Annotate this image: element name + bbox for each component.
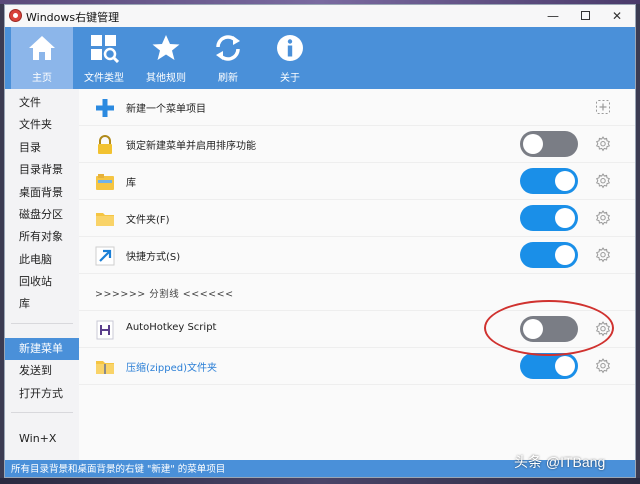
sidebar-item-winx[interactable]: Win+X [5, 428, 79, 450]
list-item-shortcut: 快捷方式(S) [79, 237, 635, 274]
sidebar-item-drive[interactable]: 磁盘分区 [5, 204, 79, 226]
gear-icon[interactable] [595, 321, 611, 337]
watermark: 头条 @ITBang [514, 454, 606, 470]
app-window: Windows右键管理 — ✕ 主页 文件类型 其他规则 刷新 关于 文件 文件… [4, 4, 636, 478]
list-item-label: 库 [126, 178, 136, 189]
folder-icon [96, 213, 114, 226]
add-item-icon[interactable] [595, 99, 611, 115]
sidebar-item-all-objects[interactable]: 所有对象 [5, 226, 79, 248]
autohotkey-icon [96, 320, 114, 340]
sidebar-item-file[interactable]: 文件 [5, 92, 79, 114]
list-item-label: 锁定新建菜单并启用排序功能 [126, 141, 256, 152]
content-list: 新建一个菜单项目 锁定新建菜单并启用排序功能 库 文件夹(F) 快捷方式(S) … [79, 89, 635, 460]
sidebar-item-folder[interactable]: 文件夹 [5, 114, 79, 136]
sidebar-item-library[interactable]: 库 [5, 293, 79, 315]
lock-icon [98, 135, 112, 154]
toolbar-about-button[interactable]: 关于 [259, 27, 321, 89]
list-item-lock-menu: 锁定新建菜单并启用排序功能 [79, 126, 635, 163]
maximize-button[interactable] [568, 5, 602, 27]
shortcut-toggle[interactable] [520, 242, 578, 268]
toolbar-refresh-button[interactable]: 刷新 [197, 27, 259, 89]
sidebar-divider [11, 323, 73, 324]
library-icon [96, 174, 114, 190]
sidebar-item-directory-background[interactable]: 目录背景 [5, 159, 79, 181]
folder-toggle[interactable] [520, 205, 578, 231]
star-icon [152, 35, 180, 60]
toolbar-home-label: 主页 [32, 73, 52, 84]
sidebar-item-open-with[interactable]: 打开方式 [5, 383, 79, 405]
plus-icon [96, 99, 114, 117]
toolbar-other-rules-button[interactable]: 其他规则 [135, 27, 197, 89]
main-toolbar: 主页 文件类型 其他规则 刷新 关于 [5, 27, 635, 89]
toggle-knob [523, 319, 543, 339]
window-title: Windows右键管理 [26, 11, 120, 24]
zip-folder-icon [96, 361, 114, 374]
lock-menu-toggle[interactable] [520, 131, 578, 157]
close-button[interactable]: ✕ [600, 5, 634, 27]
toolbar-other-rules-label: 其他规则 [146, 73, 186, 84]
library-toggle[interactable] [520, 168, 578, 194]
autohotkey-toggle[interactable] [520, 316, 578, 342]
desktop-wallpaper-bottom [0, 478, 640, 484]
sidebar-item-new-menu[interactable]: 新建菜单 [5, 338, 79, 360]
minimize-button[interactable]: — [536, 5, 570, 27]
sidebar-item-recycle-bin[interactable]: 回收站 [5, 271, 79, 293]
gear-icon[interactable] [595, 210, 611, 226]
title-bar: Windows右键管理 — ✕ [5, 5, 635, 27]
refresh-icon [216, 35, 240, 61]
toggle-knob [523, 134, 543, 154]
sidebar: 文件 文件夹 目录 目录背景 桌面背景 磁盘分区 所有对象 此电脑 回收站 库 … [5, 89, 79, 460]
list-item-separator: >>>>>> 分割线 <<<<<< [79, 274, 635, 311]
list-item-folder: 文件夹(F) [79, 200, 635, 237]
maximize-icon [580, 11, 590, 20]
sidebar-divider [11, 412, 73, 413]
list-item-label: AutoHotkey Script [126, 322, 217, 333]
sidebar-item-desktop-background[interactable]: 桌面背景 [5, 182, 79, 204]
sidebar-item-directory[interactable]: 目录 [5, 137, 79, 159]
list-item-zip-folder: 压缩(zipped)文件夹 [79, 348, 635, 385]
toolbar-filetypes-button[interactable]: 文件类型 [73, 27, 135, 89]
sidebar-item-this-pc[interactable]: 此电脑 [5, 249, 79, 271]
list-item-library: 库 [79, 163, 635, 200]
info-icon [277, 35, 303, 61]
toggle-knob [555, 171, 575, 191]
toggle-knob [555, 245, 575, 265]
toolbar-home-button[interactable]: 主页 [11, 27, 73, 89]
separator-label: >>>>>> 分割线 <<<<<< [95, 289, 234, 300]
toolbar-filetypes-label: 文件类型 [84, 73, 124, 84]
gear-icon[interactable] [595, 173, 611, 189]
gear-icon[interactable] [595, 136, 611, 152]
gear-icon[interactable] [595, 247, 611, 263]
sidebar-item-send-to[interactable]: 发送到 [5, 360, 79, 382]
list-item-label: 压缩(zipped)文件夹 [126, 363, 218, 374]
file-search-icon [91, 35, 119, 63]
list-item-label: 文件夹(F) [126, 215, 170, 226]
list-item-label: 快捷方式(S) [126, 252, 181, 263]
shortcut-icon [95, 246, 115, 266]
zip-folder-toggle[interactable] [520, 353, 578, 379]
toggle-knob [555, 208, 575, 228]
list-item-label: 新建一个菜单项目 [126, 104, 206, 115]
gear-icon[interactable] [595, 358, 611, 374]
list-item-add-new[interactable]: 新建一个菜单项目 [79, 89, 635, 126]
toolbar-refresh-label: 刷新 [218, 73, 238, 84]
toggle-knob [555, 356, 575, 376]
toolbar-about-label: 关于 [280, 73, 300, 84]
app-logo-icon [9, 9, 22, 22]
home-icon [29, 36, 55, 60]
list-item-autohotkey: AutoHotkey Script [79, 311, 635, 348]
